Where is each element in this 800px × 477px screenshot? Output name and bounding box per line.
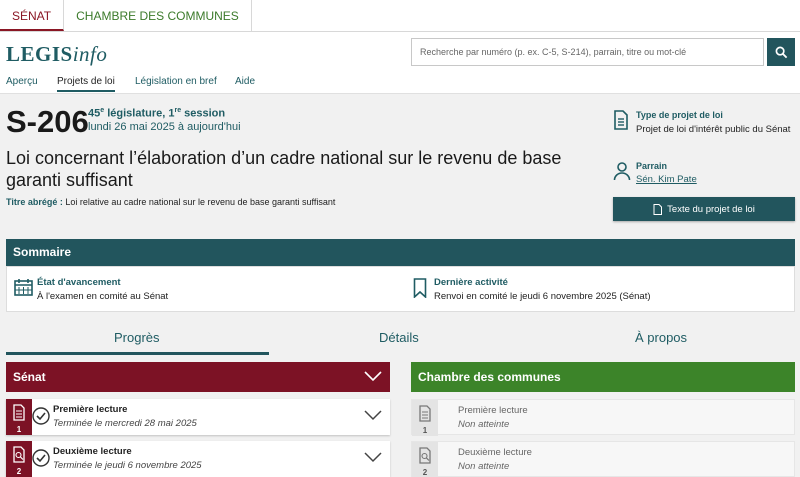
bookmark-icon	[413, 278, 427, 298]
nav-legislation-en-bref[interactable]: Législation en bref	[135, 76, 217, 87]
calendar-icon	[14, 279, 33, 296]
nav-apercu[interactable]: Aperçu	[6, 76, 38, 87]
bill-type-label: Type de projet de loi	[636, 110, 723, 120]
senat-stage-first-reading[interactable]: 1 Première lecture Terminée le mercredi …	[6, 399, 390, 435]
short-title-label: Titre abrégé :	[6, 197, 63, 207]
tab-progres[interactable]: Progrès	[114, 330, 160, 345]
sponsor-link[interactable]: Sén. Kim Pate	[636, 174, 697, 185]
document-stage-icon: 1	[6, 399, 32, 435]
bill-text-button[interactable]: Texte du projet de loi	[613, 197, 795, 221]
status-label: État d'avancement	[37, 277, 121, 288]
summary-header: Sommaire	[6, 239, 795, 266]
communes-progress-title: Chambre des communes	[418, 370, 561, 384]
bill-detail: S-206 45e législature, 1re session lundi…	[0, 94, 800, 477]
session-text: session	[181, 107, 226, 120]
search-input[interactable]	[411, 38, 764, 66]
summary-body: État d'avancement À l'examen en comité a…	[6, 266, 795, 312]
chamber-switcher: SÉNAT CHAMBRE DES COMMUNES	[0, 0, 800, 32]
chevron-down-icon	[364, 452, 382, 463]
nav-projets-de-loi[interactable]: Projets de loi	[57, 76, 115, 92]
document-stage-icon: 1	[412, 400, 438, 436]
stage-name: Deuxième lecture	[53, 446, 132, 457]
bill-number: S-206	[6, 104, 89, 139]
legisinfo-logo[interactable]: LEGISinfo	[6, 42, 107, 67]
stage-name: Première lecture	[53, 404, 128, 415]
person-icon	[613, 162, 631, 181]
bill-date-range: lundi 26 mai 2025 à aujourd'hui	[88, 121, 241, 133]
check-circle-icon	[32, 449, 50, 467]
legislature-session: 45e législature, 1re session	[88, 107, 225, 120]
check-circle-icon	[32, 407, 50, 425]
senat-stage-second-reading[interactable]: 2 Deuxième lecture Terminée le jeudi 6 n…	[6, 441, 390, 477]
last-activity-value: Renvoi en comité le jeudi 6 novembre 202…	[434, 291, 651, 302]
short-title: Titre abrégé : Loi relative au cadre nat…	[6, 197, 335, 207]
search-button[interactable]	[767, 38, 795, 66]
logo-bold-text: LEGIS	[6, 42, 73, 66]
bill-text-button-label: Texte du projet de loi	[667, 203, 755, 215]
sponsor-label: Parrain	[636, 161, 668, 171]
document-icon	[653, 203, 663, 215]
status-value: À l'examen en comité au Sénat	[37, 291, 169, 302]
stage-status: Non atteinte	[458, 461, 510, 472]
chamber-tab-senat[interactable]: SÉNAT	[0, 0, 65, 31]
stage-name: Deuxième lecture	[458, 447, 532, 458]
stage-number-text: 1	[423, 426, 428, 435]
magnifier-stage-icon: 2	[412, 442, 438, 477]
sponsor-block: Parrain Sén. Kim Pate	[613, 161, 795, 191]
chamber-tab-communes[interactable]: CHAMBRE DES COMMUNES	[64, 0, 252, 31]
communes-stage-second-reading: 2 Deuxième lecture Non atteinte	[411, 441, 795, 477]
chevron-down-icon	[364, 371, 382, 382]
stage-number-text: 2	[17, 467, 22, 476]
main-nav: Aperçu Projets de loi Législation en bre…	[0, 74, 800, 94]
active-tab-indicator	[6, 352, 269, 355]
legislature-number: 45	[88, 107, 101, 120]
short-title-value: Loi relative au cadre national sur le re…	[62, 197, 336, 207]
bill-type-value: Projet de loi d'intérêt public du Sénat	[636, 124, 791, 135]
stage-status: Terminée le mercredi 28 mai 2025	[53, 418, 197, 429]
legislature-text: législature, 1	[104, 107, 175, 120]
last-activity-label: Dernière activité	[434, 277, 508, 288]
search-icon	[775, 46, 787, 58]
header: LEGISinfo	[0, 32, 800, 74]
logo-italic-text: info	[72, 42, 108, 66]
tab-details[interactable]: Détails	[379, 330, 419, 345]
stage-status: Terminée le jeudi 6 novembre 2025	[53, 460, 202, 471]
nav-aide[interactable]: Aide	[235, 76, 255, 87]
chevron-down-icon	[364, 410, 382, 421]
bill-type-block: Type de projet de loi Projet de loi d'in…	[613, 110, 795, 154]
stage-status: Non atteinte	[458, 419, 510, 430]
senat-progress-title: Sénat	[13, 370, 46, 384]
communes-progress-header: Chambre des communes	[411, 362, 795, 392]
magnifier-stage-icon: 2	[6, 441, 32, 477]
bill-title: Loi concernant l’élaboration d’un cadre …	[6, 148, 562, 190]
tab-a-propos[interactable]: À propos	[635, 330, 687, 345]
stage-name: Première lecture	[458, 405, 528, 416]
document-icon	[614, 110, 628, 130]
communes-stage-first-reading: 1 Première lecture Non atteinte	[411, 399, 795, 436]
senat-progress-header[interactable]: Sénat	[6, 362, 390, 392]
stage-number-text: 1	[17, 425, 22, 434]
stage-number-text: 2	[423, 468, 428, 477]
